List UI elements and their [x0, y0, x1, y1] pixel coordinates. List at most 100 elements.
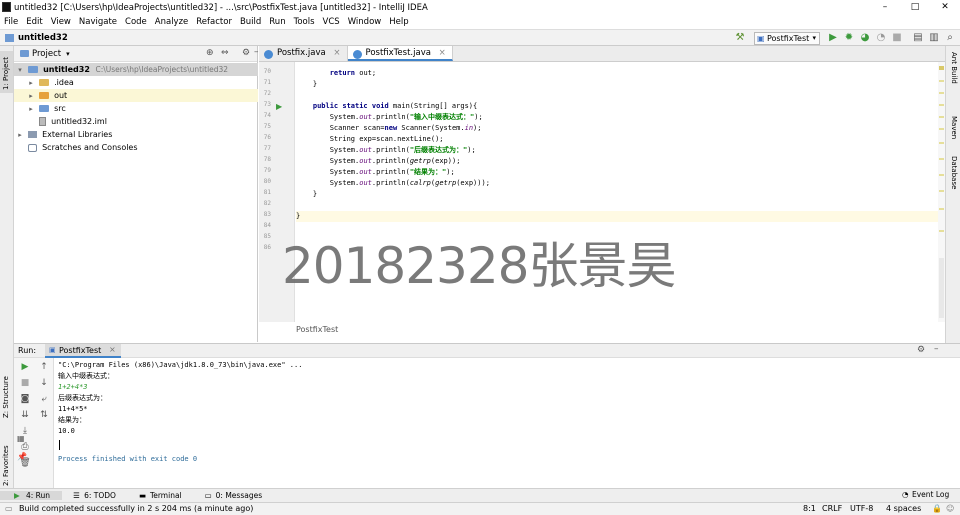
project-structure-icon[interactable]: ▤	[912, 32, 924, 44]
tree-item-src[interactable]: ▸ src	[14, 102, 258, 115]
messages-icon: ▭	[204, 491, 212, 500]
line-number: 71	[263, 79, 271, 86]
tree-item-label: Scratches and Consoles	[42, 143, 138, 152]
maximize-button[interactable]: □	[900, 0, 930, 15]
right-tool-strip: Ant Build Maven Database	[945, 46, 960, 344]
close-window-button[interactable]: ✕	[930, 0, 960, 15]
tool-tab-messages[interactable]: ▭ 0: Messages	[194, 491, 274, 500]
rerun-icon[interactable]: ▶	[19, 362, 31, 373]
collapse-all-icon[interactable]: ⇔	[221, 48, 229, 58]
favorites-tool-tab[interactable]: 2: Favorites	[2, 445, 10, 486]
run-console[interactable]: "C:\Program Files (x86)\Java\jdk1.8.0_73…	[55, 358, 945, 488]
menu-refactor[interactable]: Refactor	[192, 17, 236, 27]
tab-postfixtest-java[interactable]: PostfixTest.java ×	[347, 46, 453, 61]
menu-run[interactable]: Run	[265, 17, 289, 27]
project-panel-title[interactable]: Project	[32, 49, 61, 59]
minimize-button[interactable]: –	[870, 0, 900, 15]
screenshot-icon[interactable]: ◙	[19, 394, 31, 405]
hide-panel-icon[interactable]: –	[254, 47, 259, 57]
menu-file[interactable]: File	[0, 17, 22, 27]
sort-icon[interactable]: ⇅	[38, 410, 50, 421]
file-encoding[interactable]: UTF-8	[850, 504, 873, 513]
run-icon[interactable]: ▶	[827, 32, 839, 44]
caret-position[interactable]: 8:1	[803, 504, 816, 513]
tree-item-untitled32[interactable]: ▾ untitled32 C:\Users\hp\IdeaProjects\un…	[14, 63, 258, 76]
status-message[interactable]: Build completed successfully in 2 s 204 …	[19, 504, 253, 513]
database-tool-tab[interactable]: Database	[950, 156, 958, 189]
run-toolbar: ▶ ■ ◙ ⇊ ⤓ ⎙ 🗑 ↑ ↓ ⤶ ⇅	[14, 358, 54, 488]
stop-icon[interactable]: ■	[19, 378, 31, 389]
tool-tab-terminal[interactable]: ▬ Terminal	[128, 491, 194, 500]
menu-build[interactable]: Build	[236, 17, 265, 27]
locate-icon[interactable]: ⊕	[206, 48, 214, 58]
tree-item-iml[interactable]: untitled32.iml	[14, 115, 258, 128]
tree-item-out[interactable]: ▸ out	[14, 89, 258, 102]
gear-icon[interactable]: ⚙	[242, 48, 250, 58]
maven-tool-tab[interactable]: Maven	[950, 116, 958, 139]
code-line: System.out.println("后缀表达式为：");	[329, 146, 476, 154]
tree-item-scratches[interactable]: Scratches and Consoles	[14, 141, 258, 154]
run-config-label: PostfixTest	[767, 34, 810, 43]
nav-project-name[interactable]: untitled32	[18, 33, 68, 43]
line-number: 81	[263, 189, 271, 196]
scrollbar-thumb[interactable]	[939, 258, 944, 318]
tool-tab-run[interactable]: ▶ 4: Run	[0, 491, 63, 500]
warning-marker[interactable]	[939, 66, 944, 70]
close-tab-icon[interactable]: ×	[109, 345, 116, 354]
profile-icon[interactable]: ◔	[875, 32, 887, 44]
search-icon[interactable]: ⌕	[944, 32, 956, 44]
tree-item-external-libraries[interactable]: ▸ External Libraries	[14, 128, 258, 141]
stop-icon[interactable]: ■	[891, 32, 903, 44]
coverage-icon[interactable]: ◕	[859, 32, 871, 44]
title-bar: untitled32 [C:\Users\hp\IdeaProjects\unt…	[0, 0, 960, 15]
indent-setting[interactable]: 4 spaces	[886, 504, 921, 513]
menu-edit[interactable]: Edit	[22, 17, 46, 27]
menu-navigate[interactable]: Navigate	[75, 17, 121, 27]
event-log-tab[interactable]: ◔ Event Log	[896, 490, 960, 499]
close-tab-icon[interactable]: ×	[333, 48, 340, 58]
editor-scrollbar[interactable]	[938, 62, 945, 322]
library-icon	[27, 131, 37, 138]
project-tool-tab[interactable]: 1: Project	[2, 57, 10, 90]
structure-tool-tab[interactable]: Z: Structure	[2, 376, 10, 418]
run-gutter-icon[interactable]: ▶	[276, 101, 282, 112]
console-line: 输入中缀表达式：	[58, 372, 114, 380]
menu-analyze[interactable]: Analyze	[151, 17, 193, 27]
gear-icon[interactable]: ⚙	[917, 345, 925, 355]
restore-layout-icon[interactable]: ⇊	[19, 410, 31, 421]
tab-postfix-java[interactable]: Postfix.java ×	[259, 46, 348, 61]
tree-item-idea[interactable]: ▸ .idea	[14, 76, 258, 89]
terminal-icon: ▬	[138, 491, 147, 500]
tool-tab-todo[interactable]: ☰ 6: TODO	[62, 491, 128, 500]
close-tab-icon[interactable]: ×	[439, 48, 446, 58]
line-number: 74	[263, 112, 271, 119]
soft-wrap-icon[interactable]: ⤶	[38, 394, 50, 405]
chevron-down-icon[interactable]: ▾	[66, 50, 70, 58]
up-arrow-icon[interactable]: ↑	[38, 362, 50, 373]
down-arrow-icon[interactable]: ↓	[38, 378, 50, 389]
code-line: Scanner scan=new Scanner(System.in);	[329, 124, 482, 132]
editor-breadcrumb[interactable]: PostfixTest	[296, 325, 338, 334]
tree-item-label: untitled32.iml	[51, 117, 107, 126]
run-tab-postfixtest[interactable]: ▣ PostfixTest ×	[45, 344, 121, 358]
status-layout-icon[interactable]: ▭	[5, 504, 13, 513]
menu-vcs[interactable]: VCS	[319, 17, 344, 27]
line-number: 76	[263, 134, 271, 141]
debug-icon[interactable]: ✹	[843, 32, 855, 44]
lock-icon[interactable]: 🔒	[932, 504, 942, 513]
menu-view[interactable]: View	[47, 17, 75, 27]
vcs-window-icon[interactable]: ▥	[928, 32, 940, 44]
line-separator[interactable]: CRLF	[822, 504, 842, 513]
menu-code[interactable]: Code	[121, 17, 151, 27]
inspector-icon[interactable]: ☺	[946, 504, 954, 513]
menu-window[interactable]: Window	[344, 17, 386, 27]
menu-help[interactable]: Help	[385, 17, 412, 27]
layout-icon[interactable]: ▦	[17, 434, 25, 443]
build-hammer-icon[interactable]: ⚒	[734, 32, 746, 44]
hide-panel-icon[interactable]: –	[934, 344, 939, 354]
run-config-select[interactable]: ▣ PostfixTest ▾	[754, 32, 820, 45]
tree-item-label: out	[54, 91, 68, 100]
ant-build-tool-tab[interactable]: Ant Build	[950, 52, 958, 84]
menu-tools[interactable]: Tools	[290, 17, 319, 27]
pin-icon[interactable]: 📌	[17, 452, 27, 461]
